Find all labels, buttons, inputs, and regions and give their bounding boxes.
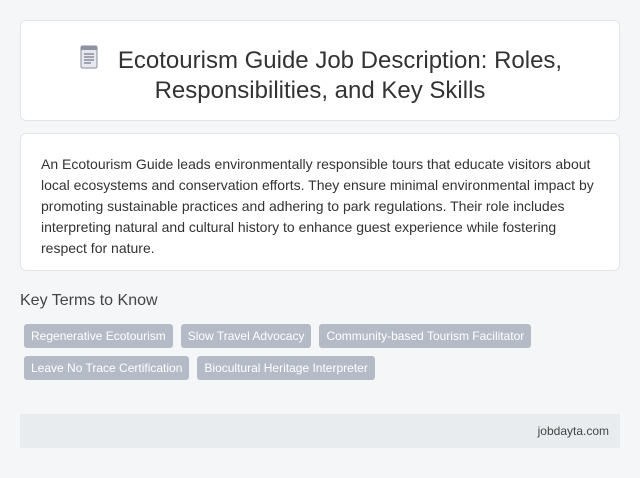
key-terms-tags: Regenerative Ecotourism Slow Travel Advo…: [24, 324, 616, 388]
tag-slow-travel-advocacy[interactable]: Slow Travel Advocacy: [180, 324, 312, 348]
tag-leave-no-trace-certification[interactable]: Leave No Trace Certification: [24, 356, 190, 380]
description-card: An Ecotourism Guide leads environmentall…: [20, 133, 620, 271]
tag-community-based-tourism-facilitator[interactable]: Community-based Tourism Facilitator: [319, 324, 532, 348]
document-icon: [78, 44, 100, 70]
page-title-block: Ecotourism Guide Job Description: Roles,…: [21, 44, 619, 106]
tag-row: Regenerative Ecotourism Slow Travel Advo…: [24, 324, 616, 348]
page-title: Ecotourism Guide Job Description: Roles,…: [117, 47, 563, 104]
tag-biocultural-heritage-interpreter[interactable]: Biocultural Heritage Interpreter: [197, 356, 375, 380]
job-description-text: An Ecotourism Guide leads environmentall…: [41, 156, 594, 256]
footer: jobdayta.com: [20, 414, 620, 448]
key-terms-heading: Key Terms to Know: [20, 292, 158, 309]
footer-site-link[interactable]: jobdayta.com: [538, 424, 609, 438]
title-card: Ecotourism Guide Job Description: Roles,…: [20, 20, 620, 121]
tag-regenerative-ecotourism[interactable]: Regenerative Ecotourism: [24, 324, 173, 348]
tag-row: Leave No Trace Certification Biocultural…: [24, 356, 616, 380]
